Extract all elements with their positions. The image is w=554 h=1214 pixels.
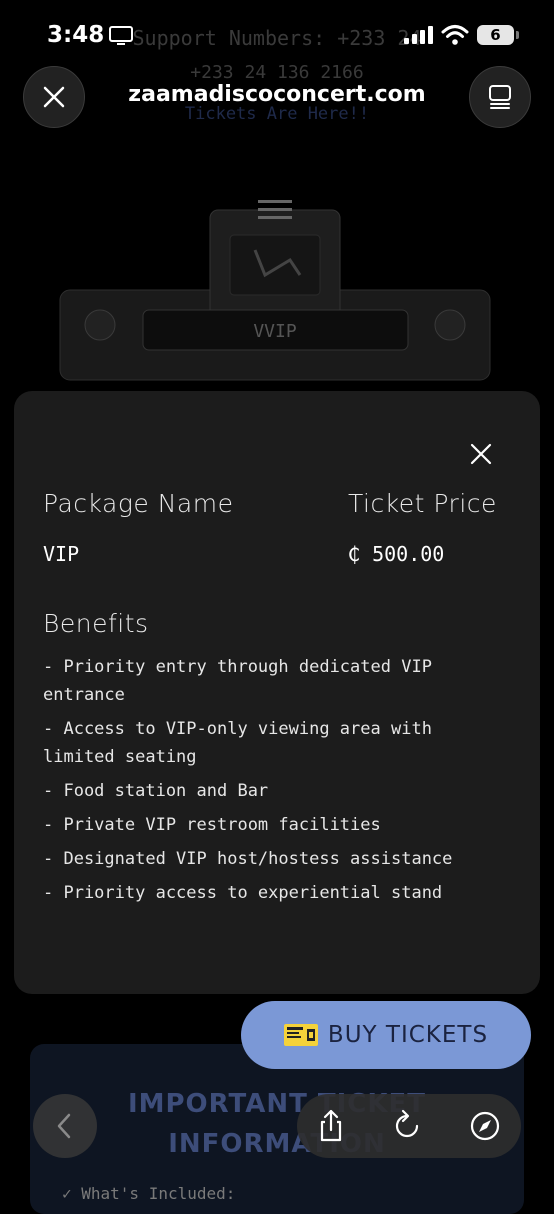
status-bar: 3:48 6 [0, 0, 554, 70]
close-icon[interactable] [466, 439, 496, 469]
chevron-left-icon [57, 1113, 71, 1139]
benefit-item: - Priority access to experiential stand [43, 883, 443, 903]
screen-mirroring-icon [109, 26, 133, 45]
whats-included-text: ✓ What's Included: [62, 1184, 236, 1203]
ticket-price-label: Ticket Price [348, 489, 497, 518]
package-name-value: VIP [43, 542, 80, 566]
ticket-icon [283, 1024, 318, 1046]
buy-tickets-button[interactable]: BUY TICKETS [241, 1001, 531, 1069]
vvip-ticket-image: VVIP [59, 200, 491, 381]
reload-icon[interactable] [389, 1108, 425, 1144]
benefit-item: - Priority entry through dedicated VIP e… [43, 657, 432, 705]
status-time: 3:48 [47, 22, 105, 48]
benefits-label: Benefits [43, 609, 149, 638]
battery-nub [516, 31, 519, 39]
tabs-icon [489, 85, 511, 109]
back-button[interactable] [33, 1094, 97, 1158]
wifi-icon [441, 25, 469, 45]
share-icon[interactable] [313, 1108, 349, 1144]
benefits-list: - Priority entry through dedicated VIP e… [43, 653, 513, 913]
buy-tickets-label: BUY TICKETS [327, 1022, 489, 1048]
package-details-modal: Package Name Ticket Price VIP ₵ 500.00 B… [14, 391, 540, 994]
compass-icon[interactable] [467, 1108, 503, 1144]
browser-toolbar [297, 1094, 521, 1158]
benefit-item: - Food station and Bar [43, 781, 269, 801]
ticket-price-value: ₵ 500.00 [348, 542, 445, 566]
benefit-item: - Access to VIP-only viewing area with l… [43, 719, 432, 767]
battery-indicator: 6 [477, 25, 514, 45]
tabs-button[interactable] [469, 66, 531, 128]
benefit-item: - Private VIP restroom facilities [43, 815, 381, 835]
package-name-label: Package Name [43, 489, 234, 518]
benefit-item: - Designated VIP host/hostess assistance [43, 849, 453, 869]
cellular-signal-icon [404, 26, 433, 44]
hero-vvip-label: VVIP [253, 321, 297, 342]
